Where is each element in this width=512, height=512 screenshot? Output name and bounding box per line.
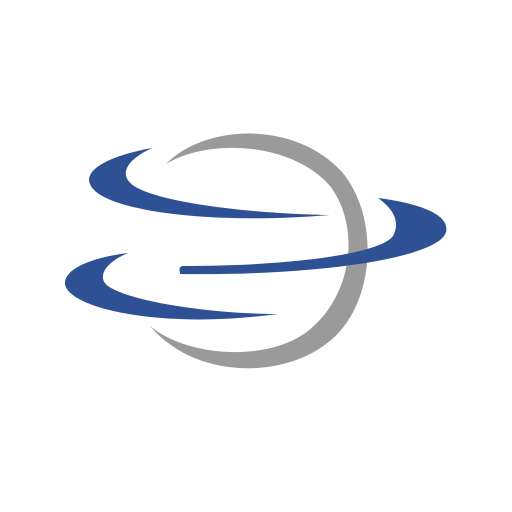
- globe-orbit-logo-icon: [64, 133, 447, 369]
- globe-arc-shape: [150, 133, 368, 369]
- lower-swoosh-shape: [64, 253, 278, 320]
- logo-canvas: [0, 0, 512, 512]
